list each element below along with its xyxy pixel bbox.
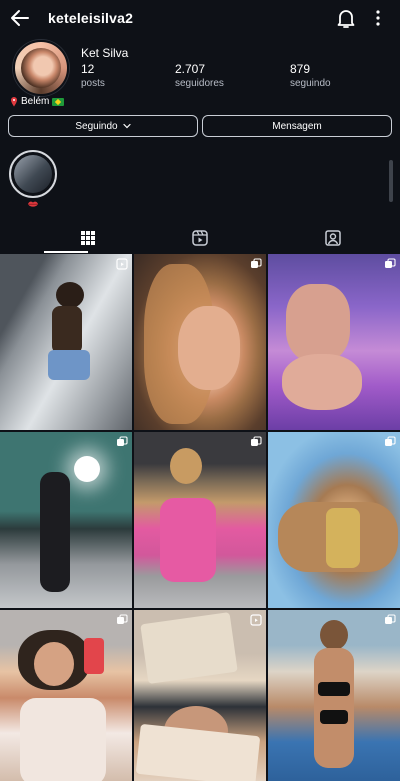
stat-followers[interactable]: 2.707 seguidores [175, 62, 224, 89]
carousel-icon [117, 614, 128, 624]
carousel-icon [251, 258, 262, 268]
post-thumbnail[interactable] [268, 254, 400, 430]
stat-posts[interactable]: 12 posts [81, 62, 105, 89]
post-thumbnail[interactable] [134, 432, 266, 608]
stat-following[interactable]: 879 seguindo [290, 62, 331, 89]
location-text: Belém [21, 96, 50, 107]
post-thumbnail[interactable] [0, 432, 132, 608]
message-button-label: Mensagem [272, 120, 322, 132]
tab-posts-grid[interactable] [44, 224, 132, 254]
post-thumbnail[interactable] [268, 610, 400, 781]
reel-icon [250, 614, 262, 626]
carousel-icon [117, 436, 128, 446]
carousel-icon [385, 614, 396, 624]
stat-posts-label: posts [81, 78, 105, 89]
post-thumbnail[interactable] [134, 610, 266, 781]
profile-avatar[interactable] [13, 40, 69, 96]
brazil-flag-icon [52, 97, 65, 106]
following-button-label: Seguindo [75, 120, 118, 132]
location-pin-icon [11, 96, 17, 106]
stat-posts-value: 12 [81, 62, 95, 76]
grid-icon [81, 231, 95, 245]
profile-username: keteleisilva2 [48, 10, 134, 26]
location: Belém [10, 96, 65, 107]
back-arrow-icon[interactable] [8, 6, 32, 30]
post-thumbnail[interactable] [0, 254, 132, 430]
avatar-photo [21, 48, 61, 88]
story-highlight[interactable] [9, 150, 57, 198]
carousel-icon [251, 436, 262, 446]
stat-following-value: 879 [290, 62, 311, 76]
display-name: Ket Silva [81, 46, 129, 60]
stat-following-label: seguindo [290, 78, 331, 89]
post-thumbnail[interactable] [134, 254, 266, 430]
message-button[interactable]: Mensagem [202, 115, 392, 137]
more-vertical-icon[interactable] [368, 6, 388, 30]
scrollbar[interactable] [389, 160, 393, 202]
post-thumbnail[interactable] [0, 610, 132, 781]
lips-icon [28, 201, 38, 207]
chevron-down-icon [123, 123, 131, 129]
tagged-icon [325, 230, 341, 246]
highlight-cover [14, 155, 52, 193]
carousel-icon [385, 436, 396, 446]
post-thumbnail[interactable] [268, 432, 400, 608]
reels-icon [192, 230, 208, 246]
active-tab-indicator [44, 251, 88, 253]
tab-tagged[interactable] [289, 224, 377, 254]
profile-tabs [0, 224, 400, 254]
top-bar: keteleisilva2 [0, 0, 400, 38]
following-button[interactable]: Seguindo [8, 115, 198, 137]
stat-followers-value: 2.707 [175, 62, 206, 76]
posts-grid [0, 254, 400, 781]
reel-icon [116, 258, 128, 270]
bell-icon[interactable] [334, 6, 358, 30]
stat-followers-label: seguidores [175, 78, 224, 89]
carousel-icon [385, 258, 396, 268]
tab-reels[interactable] [156, 224, 244, 254]
